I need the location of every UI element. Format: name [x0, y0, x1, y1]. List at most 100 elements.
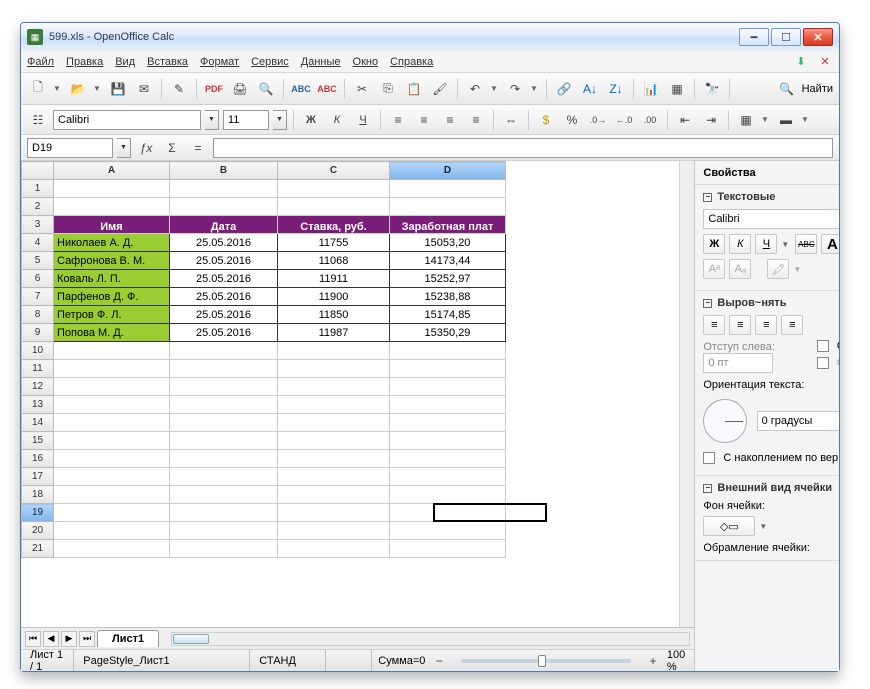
col-header-A[interactable]: A [54, 162, 170, 180]
cell[interactable] [278, 450, 390, 468]
sec-text[interactable]: Текстовые [717, 191, 775, 203]
italic-button[interactable]: К [326, 109, 348, 131]
indent-dec-icon[interactable]: ⇤ [674, 109, 696, 131]
cell-date[interactable]: 25.05.2016 [170, 288, 278, 306]
cell[interactable] [54, 180, 170, 198]
cell[interactable] [54, 198, 170, 216]
align-center-icon[interactable]: ≡ [413, 109, 435, 131]
cell[interactable] [278, 522, 390, 540]
row-header-19[interactable]: 19 [22, 504, 54, 522]
sp-al-left-icon[interactable]: ≡ [703, 315, 725, 335]
cell[interactable] [170, 522, 278, 540]
cell-rate[interactable]: 11987 [278, 324, 390, 342]
row-header-7[interactable]: 7 [22, 288, 54, 306]
email-icon[interactable]: ✉ [133, 78, 155, 100]
cell[interactable] [390, 468, 506, 486]
cell-salary[interactable]: 15252,97 [390, 270, 506, 288]
sp-sup-icon[interactable]: Aᵃ [703, 259, 725, 279]
cell[interactable] [390, 378, 506, 396]
col-header-C[interactable]: C [278, 162, 390, 180]
cell[interactable] [390, 360, 506, 378]
cell-date[interactable]: 25.05.2016 [170, 306, 278, 324]
copy-icon[interactable]: ⎘ [377, 78, 399, 100]
sp-underline-button[interactable]: Ч [755, 234, 777, 254]
cell-name[interactable]: Сафронова В. М. [54, 252, 170, 270]
pdf-icon[interactable]: PDF [203, 78, 225, 100]
cell[interactable] [278, 540, 390, 558]
tab-last-icon[interactable]: ⏭ [79, 631, 95, 647]
cell[interactable] [54, 486, 170, 504]
bold-button[interactable]: Ж [300, 109, 322, 131]
close-button[interactable]: ✕ [803, 28, 833, 46]
cell-name[interactable]: Попова М. Д. [54, 324, 170, 342]
cell[interactable] [170, 360, 278, 378]
cell[interactable] [170, 504, 278, 522]
sp-strike-button[interactable]: ABC [795, 234, 817, 254]
sort-desc-icon[interactable]: Z↓ [605, 78, 627, 100]
cell[interactable] [278, 360, 390, 378]
cell[interactable] [54, 504, 170, 522]
stack-checkbox[interactable]: С накоплением по вер [703, 452, 839, 464]
bgcolor-icon[interactable]: ▬ [775, 109, 797, 131]
cell[interactable] [278, 414, 390, 432]
horizontal-scrollbar[interactable] [171, 632, 690, 646]
find-icon1[interactable]: 🔭 [701, 78, 723, 100]
maximize-button[interactable]: ☐ [771, 28, 801, 46]
cell-salary[interactable]: 15053,20 [390, 234, 506, 252]
rotation-input[interactable] [757, 411, 839, 431]
cell-date[interactable]: 25.05.2016 [170, 252, 278, 270]
cell[interactable] [390, 342, 506, 360]
cell[interactable] [170, 198, 278, 216]
find-icon[interactable]: 🔍 [776, 78, 798, 100]
spellcheck-icon[interactable]: ABC [290, 78, 312, 100]
cell[interactable] [170, 486, 278, 504]
save-icon[interactable]: 💾 [107, 78, 129, 100]
col-header-B[interactable]: B [170, 162, 278, 180]
cell-date[interactable]: 25.05.2016 [170, 234, 278, 252]
menu-help[interactable]: Справка [390, 56, 433, 68]
align-right-icon[interactable]: ≡ [439, 109, 461, 131]
undo-icon[interactable]: ↶ [464, 78, 486, 100]
row-header-2[interactable]: 2 [22, 198, 54, 216]
cell-rate[interactable]: 11911 [278, 270, 390, 288]
cell[interactable] [170, 378, 278, 396]
cell[interactable] [170, 414, 278, 432]
cell[interactable] [170, 450, 278, 468]
cell[interactable] [278, 378, 390, 396]
row-header-12[interactable]: 12 [22, 378, 54, 396]
tab-first-icon[interactable]: ⏮ [25, 631, 41, 647]
wrap-checkbox[interactable]: Обтекание тек [817, 340, 839, 352]
cell[interactable] [54, 450, 170, 468]
cell-rate[interactable]: 11900 [278, 288, 390, 306]
cell[interactable] [278, 396, 390, 414]
cell[interactable] [278, 486, 390, 504]
cell[interactable] [170, 396, 278, 414]
sp-sub-icon[interactable]: Aₐ [729, 259, 751, 279]
cut-icon[interactable]: ✂ [351, 78, 373, 100]
styles-icon[interactable]: ☷ [27, 109, 49, 131]
row-header-8[interactable]: 8 [22, 306, 54, 324]
cell[interactable] [170, 540, 278, 558]
table-header-cell[interactable]: Дата [170, 216, 278, 234]
row-header-20[interactable]: 20 [22, 522, 54, 540]
sp-italic-button[interactable]: К [729, 234, 751, 254]
cell[interactable] [390, 504, 506, 522]
row-header-15[interactable]: 15 [22, 432, 54, 450]
row-header-6[interactable]: 6 [22, 270, 54, 288]
dec-rem-icon[interactable]: ←.0 [613, 109, 635, 131]
row-header-14[interactable]: 14 [22, 414, 54, 432]
row-header-1[interactable]: 1 [22, 180, 54, 198]
cell-name[interactable]: Петров Ф. Л. [54, 306, 170, 324]
sp-hl-icon[interactable]: 🖍 [767, 259, 789, 279]
cell-rate[interactable]: 11068 [278, 252, 390, 270]
zoom-out-icon[interactable]: − [431, 650, 447, 672]
table-header-cell[interactable]: Заработная плат [390, 216, 506, 234]
cell[interactable] [170, 432, 278, 450]
cell[interactable] [390, 540, 506, 558]
row-header-3[interactable]: 3 [22, 216, 54, 234]
cell-rate[interactable]: 11850 [278, 306, 390, 324]
row-header-5[interactable]: 5 [22, 252, 54, 270]
cell[interactable] [54, 522, 170, 540]
cellref-dd[interactable]: ▼ [117, 138, 131, 158]
sp-al-just-icon[interactable]: ≡ [781, 315, 803, 335]
